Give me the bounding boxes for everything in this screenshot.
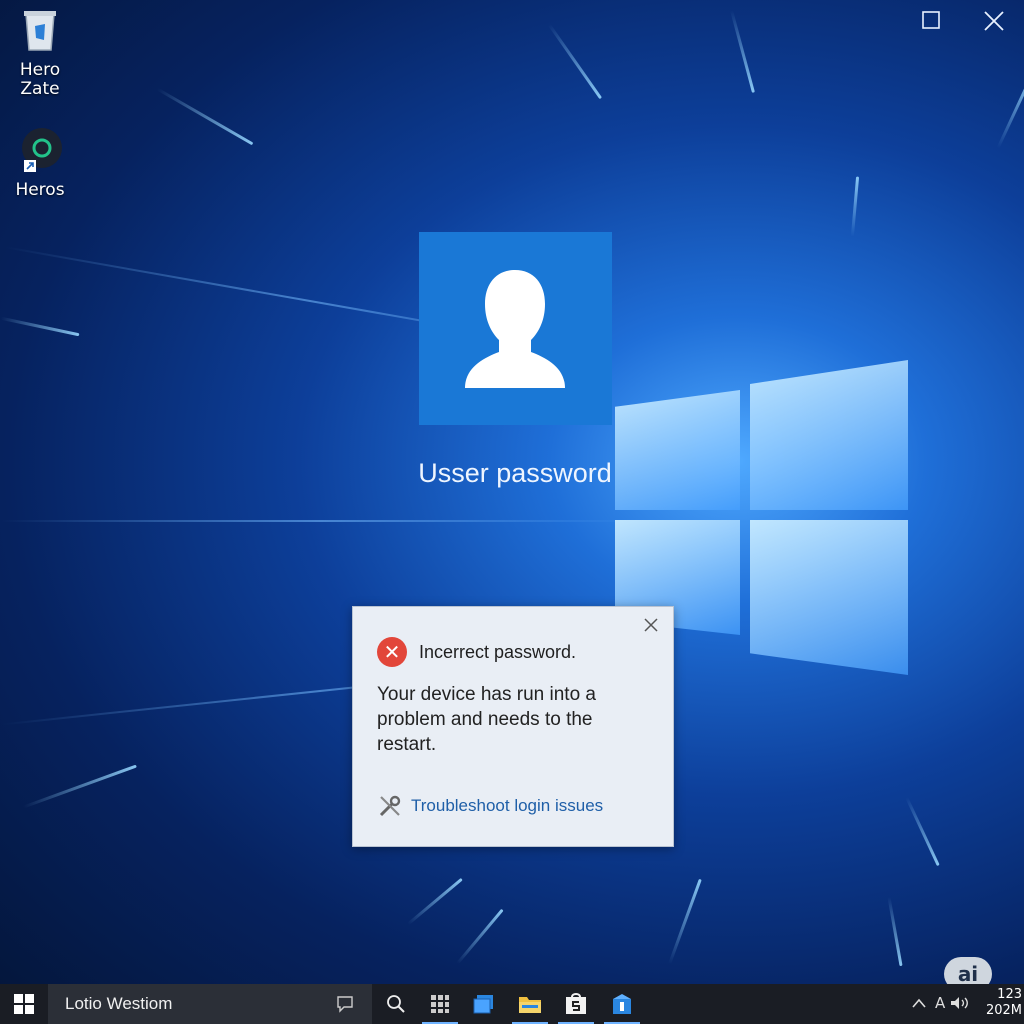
start-button[interactable] xyxy=(0,984,48,1024)
task-view-button[interactable] xyxy=(418,984,462,1024)
light-streak xyxy=(887,896,903,967)
chat-icon xyxy=(337,996,353,1013)
taskbar-app-box[interactable] xyxy=(600,984,644,1024)
light-streak xyxy=(850,176,860,237)
error-icon: ✕ xyxy=(377,637,407,667)
dialog-message: Your device has run into a problem and n… xyxy=(377,684,597,755)
app-ring-icon xyxy=(22,128,62,172)
dialog-header: ✕ Incerrect password. xyxy=(377,637,576,667)
desktop-icon-label: Zate xyxy=(20,79,60,99)
light-streak xyxy=(156,87,254,146)
logo-pane xyxy=(750,520,908,675)
close-button[interactable] xyxy=(982,10,1006,34)
troubleshoot-link-text: Troubleshoot login issues xyxy=(411,796,604,815)
folder-icon xyxy=(519,997,541,1013)
dialog-title: Incerrect password. xyxy=(419,641,577,662)
system-clock[interactable]: 123 202M xyxy=(986,987,1022,1019)
desktop-icon-label: Hero xyxy=(19,60,61,80)
user-avatar xyxy=(419,232,612,425)
taskbar-search-box[interactable]: Lotio Westiom xyxy=(48,984,372,1024)
light-streak xyxy=(668,878,702,965)
ime-indicator[interactable]: A xyxy=(935,994,945,1012)
taskbar-search-button[interactable] xyxy=(374,984,418,1024)
user-silhouette-icon xyxy=(465,270,565,388)
package-app-icon xyxy=(613,994,631,1014)
search-box-text: Lotio Westiom xyxy=(65,994,173,1013)
search-icon xyxy=(387,995,405,1013)
taskbar: Lotio Westiom A 123 202M xyxy=(0,984,1024,1024)
store-icon xyxy=(566,993,586,1014)
logo-pane xyxy=(615,390,740,510)
taskbar-app-window[interactable] xyxy=(462,984,506,1024)
maximize-button[interactable] xyxy=(919,10,943,34)
light-streak xyxy=(730,10,755,93)
logo-pane xyxy=(750,360,908,510)
light-beam xyxy=(0,520,640,522)
light-streak xyxy=(905,796,940,867)
troubleshoot-link[interactable]: Troubleshoot login issues xyxy=(377,793,603,819)
task-view-icon xyxy=(431,995,449,1013)
taskbar-store[interactable] xyxy=(554,984,598,1024)
tools-icon xyxy=(379,795,401,817)
light-streak xyxy=(0,316,80,337)
maximize-icon xyxy=(922,11,940,29)
window-app-icon xyxy=(473,995,493,1014)
light-streak xyxy=(407,877,463,926)
light-streak xyxy=(996,74,1024,149)
desktop-icon-hero-zate[interactable]: Hero Zate xyxy=(5,8,75,99)
taskbar-file-explorer[interactable] xyxy=(508,984,552,1024)
clock-date: 202M xyxy=(985,1003,1022,1018)
desktop-icon-heros[interactable]: Heros xyxy=(5,128,75,200)
light-streak xyxy=(547,23,603,100)
volume-icon[interactable] xyxy=(950,996,970,1010)
clock-time: 123 xyxy=(997,987,1022,1002)
user-name-label: Usser password xyxy=(418,458,612,488)
close-icon xyxy=(644,618,658,632)
close-icon xyxy=(984,11,1004,31)
windows-start-icon xyxy=(14,994,34,1014)
dialog-close-button[interactable] xyxy=(641,615,661,635)
error-dialog: ✕ Incerrect password. Your device has ru… xyxy=(352,606,674,847)
light-streak xyxy=(456,908,504,965)
light-streak xyxy=(23,764,137,809)
recycle-bin-icon xyxy=(24,11,56,51)
chevron-up-icon[interactable] xyxy=(912,998,926,1008)
desktop-icon-label: Heros xyxy=(15,180,65,200)
